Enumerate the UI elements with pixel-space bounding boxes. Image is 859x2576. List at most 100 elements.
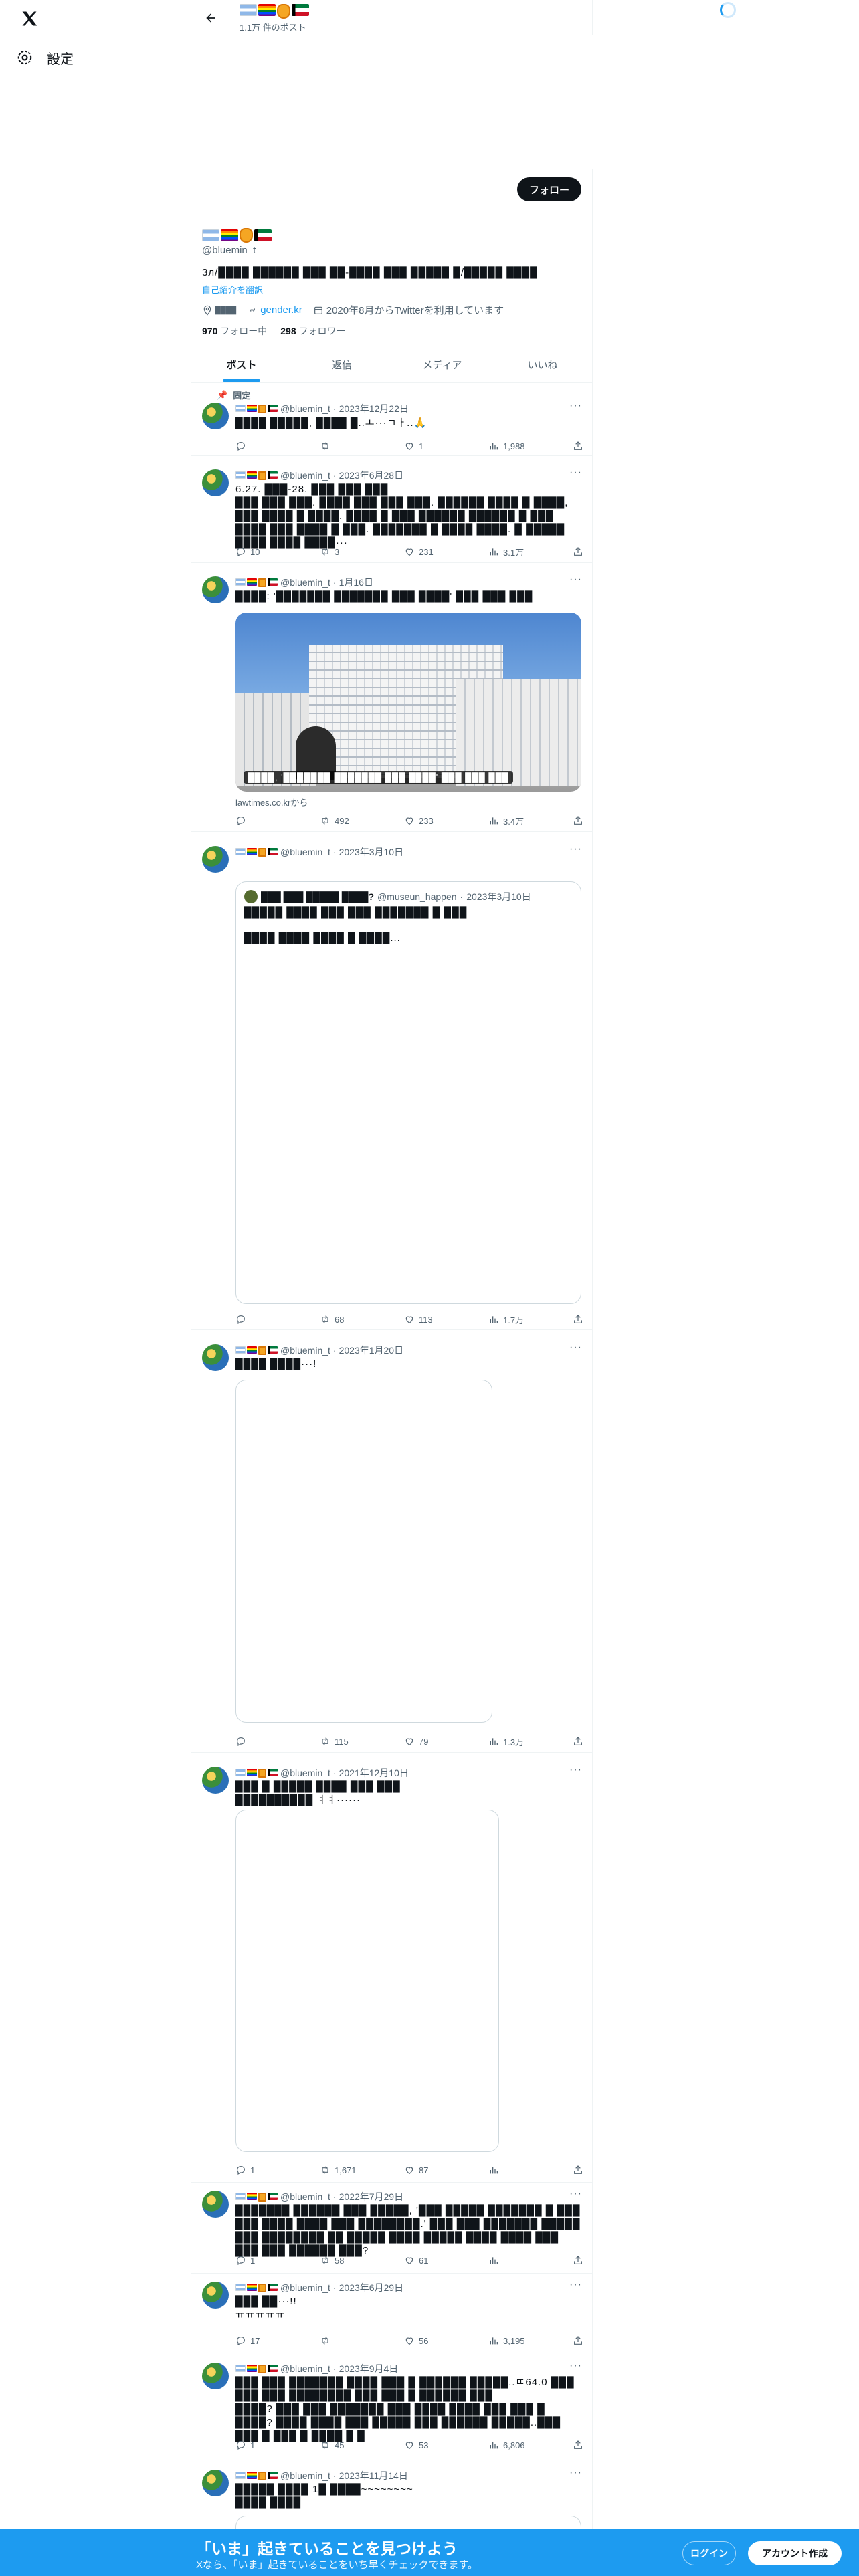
views-button[interactable]: 3.4万 bbox=[488, 814, 529, 827]
avatar[interactable] bbox=[202, 2191, 229, 2218]
tweet-date[interactable]: 2023年9月4日 bbox=[339, 2362, 399, 2375]
more-options-icon[interactable]: ··· bbox=[569, 1764, 582, 1776]
tweet-date[interactable]: 2023年11月14日 bbox=[339, 2469, 408, 2482]
more-options-icon[interactable]: ··· bbox=[569, 2279, 582, 2291]
avatar[interactable] bbox=[202, 2470, 229, 2496]
share-button[interactable] bbox=[573, 2163, 583, 2177]
retweet-button[interactable]: 68 bbox=[320, 1313, 360, 1326]
views-button[interactable]: 1.7万 bbox=[488, 1313, 529, 1326]
share-button[interactable] bbox=[573, 1313, 583, 1326]
more-options-icon[interactable]: ··· bbox=[569, 574, 582, 586]
retweet-button[interactable]: 492 bbox=[320, 814, 360, 827]
avatar[interactable] bbox=[202, 469, 229, 496]
tweet-handle[interactable]: @bluemin_t bbox=[280, 470, 330, 481]
follow-button[interactable]: フォロー bbox=[517, 177, 581, 201]
tweet-handle[interactable]: @bluemin_t bbox=[280, 577, 330, 588]
like-button[interactable]: 53 bbox=[404, 2438, 444, 2452]
tweet-date[interactable]: 2023年6月29日 bbox=[339, 2281, 404, 2294]
reply-button[interactable]: 10 bbox=[235, 545, 276, 558]
avatar[interactable] bbox=[202, 403, 229, 429]
like-button[interactable]: 56 bbox=[404, 2334, 444, 2347]
article-source[interactable]: lawtimes.co.krから bbox=[235, 796, 308, 809]
more-options-icon[interactable]: ··· bbox=[569, 400, 582, 412]
like-button[interactable]: 79 bbox=[404, 1735, 444, 1748]
like-button[interactable]: 113 bbox=[404, 1313, 444, 1326]
reply-button[interactable]: 17 bbox=[235, 2334, 276, 2347]
tab-replies[interactable]: 返信 bbox=[292, 347, 392, 382]
more-options-icon[interactable]: ··· bbox=[569, 467, 582, 479]
tweet-handle[interactable]: @bluemin_t bbox=[280, 2282, 330, 2293]
quoted-tweet[interactable]: ███ ███ █████ ████? @museun_happen · 202… bbox=[235, 881, 581, 1304]
views-button[interactable]: 6,806 bbox=[488, 2438, 529, 2452]
article-image-card[interactable]: ████, '███████ ███████ ███ ████' ███ ███… bbox=[235, 613, 581, 792]
more-options-icon[interactable]: ··· bbox=[569, 2188, 582, 2200]
share-button[interactable] bbox=[573, 2254, 583, 2267]
reply-button[interactable] bbox=[235, 1735, 276, 1748]
tweet-date[interactable]: 2022年7月29日 bbox=[339, 2190, 404, 2204]
tweet-media[interactable] bbox=[235, 1380, 492, 1723]
avatar[interactable] bbox=[202, 1344, 229, 1371]
views-button[interactable] bbox=[488, 2254, 529, 2267]
tweet-media[interactable] bbox=[235, 1810, 499, 2152]
more-options-icon[interactable]: ··· bbox=[569, 843, 582, 855]
followers-link[interactable]: 298 フォロワー bbox=[280, 324, 345, 338]
tweet-date[interactable]: 2023年6月28日 bbox=[339, 469, 404, 482]
like-button[interactable]: 1 bbox=[404, 439, 444, 453]
tweet-media[interactable] bbox=[235, 2516, 581, 2529]
reply-button[interactable]: 1 bbox=[235, 2254, 276, 2267]
share-button[interactable] bbox=[573, 439, 583, 453]
more-options-icon[interactable]: ··· bbox=[569, 2360, 582, 2372]
reply-button[interactable] bbox=[235, 439, 276, 453]
share-button[interactable] bbox=[573, 2334, 583, 2347]
like-button[interactable]: 233 bbox=[404, 814, 444, 827]
translate-bio-link[interactable]: 自己紹介を翻訳 bbox=[202, 283, 263, 296]
tweet-date[interactable]: 1月16日 bbox=[339, 576, 373, 589]
retweet-button[interactable]: 45 bbox=[320, 2438, 360, 2452]
profile-website-link[interactable]: gender.kr bbox=[260, 304, 302, 316]
avatar[interactable] bbox=[202, 846, 229, 873]
retweet-button[interactable]: 1,671 bbox=[320, 2163, 360, 2177]
reply-button[interactable]: 1 bbox=[235, 2438, 276, 2452]
views-button[interactable]: 1,988 bbox=[488, 439, 529, 453]
reply-button[interactable]: 1 bbox=[235, 2163, 276, 2177]
share-button[interactable] bbox=[573, 1735, 583, 1748]
tab-media[interactable]: メディア bbox=[392, 347, 492, 382]
tweet-date[interactable]: 2021年12月10日 bbox=[339, 1766, 409, 1780]
views-button[interactable] bbox=[488, 2163, 529, 2177]
retweet-button[interactable] bbox=[320, 2334, 360, 2347]
views-button[interactable]: 1.3万 bbox=[488, 1735, 529, 1748]
views-button[interactable]: 3,195 bbox=[488, 2334, 529, 2347]
retweet-button[interactable]: 3 bbox=[320, 545, 360, 558]
avatar[interactable] bbox=[202, 1767, 229, 1794]
avatar[interactable] bbox=[202, 2363, 229, 2389]
tab-likes[interactable]: いいね bbox=[492, 347, 593, 382]
like-button[interactable]: 61 bbox=[404, 2254, 444, 2267]
share-button[interactable] bbox=[573, 545, 583, 558]
like-button[interactable]: 231 bbox=[404, 545, 444, 558]
tab-posts[interactable]: ポスト bbox=[191, 347, 292, 382]
login-button[interactable]: ログイン bbox=[682, 2541, 736, 2565]
reply-button[interactable] bbox=[235, 1313, 276, 1326]
signup-button[interactable]: アカウント作成 bbox=[748, 2541, 842, 2565]
more-options-icon[interactable]: ··· bbox=[569, 1341, 582, 1354]
tweet-handle[interactable]: @bluemin_t bbox=[280, 1345, 330, 1356]
avatar[interactable] bbox=[202, 576, 229, 603]
share-button[interactable] bbox=[573, 2438, 583, 2452]
tweet-handle[interactable]: @bluemin_t bbox=[280, 2363, 330, 2374]
retweet-button[interactable]: 58 bbox=[320, 2254, 360, 2267]
like-button[interactable]: 87 bbox=[404, 2163, 444, 2177]
reply-button[interactable] bbox=[235, 814, 276, 827]
tweet-handle[interactable]: @bluemin_t bbox=[280, 847, 330, 857]
tweet-handle[interactable]: @bluemin_t bbox=[280, 1767, 330, 1778]
more-options-icon[interactable]: ··· bbox=[569, 2467, 582, 2479]
tweet-date[interactable]: 2023年1月20日 bbox=[339, 1344, 404, 1357]
tweet-handle[interactable]: @bluemin_t bbox=[280, 2470, 330, 2481]
tweet-handle[interactable]: @bluemin_t bbox=[280, 2191, 330, 2202]
views-button[interactable]: 3.1万 bbox=[488, 545, 529, 558]
tweet-date[interactable]: 2023年12月22日 bbox=[339, 402, 409, 415]
tweet-handle[interactable]: @bluemin_t bbox=[280, 403, 330, 414]
x-logo-icon[interactable] bbox=[17, 7, 41, 31]
following-link[interactable]: 970 フォロー中 bbox=[202, 324, 267, 338]
retweet-button[interactable] bbox=[320, 439, 360, 453]
retweet-button[interactable]: 115 bbox=[320, 1735, 360, 1748]
